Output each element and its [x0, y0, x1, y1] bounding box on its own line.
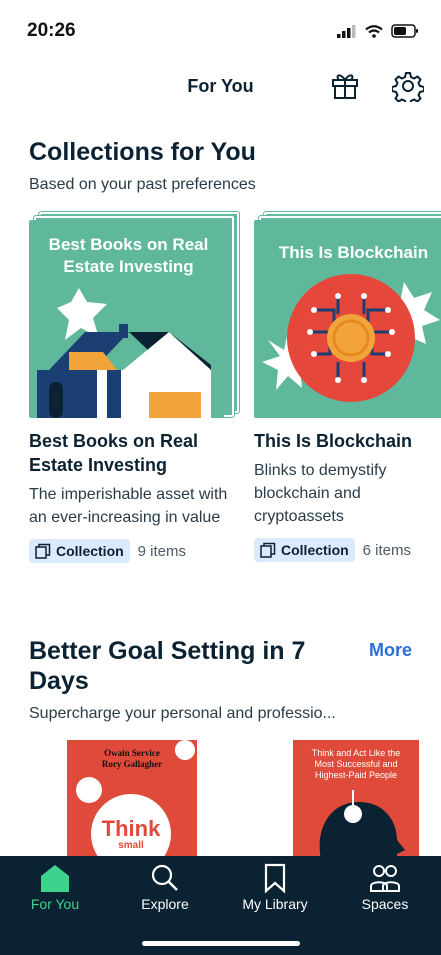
status-icons — [337, 24, 419, 38]
collection-title[interactable]: Best Books on Real Estate Investing — [29, 429, 234, 477]
nav-item-explore[interactable]: Explore — [110, 862, 220, 912]
wifi-icon — [365, 24, 383, 38]
book-cover-think-small[interactable]: Owain Service Rory Gallagher Think small — [67, 740, 197, 860]
home-icon — [41, 865, 69, 892]
nav-item-for-you[interactable]: For You — [0, 862, 110, 912]
more-link[interactable]: More — [369, 640, 412, 661]
collection-description: The imperishable asset with an ever-incr… — [29, 486, 228, 526]
collection-meta: Collection 6 items — [254, 538, 441, 562]
house-illustration — [37, 288, 211, 418]
collection-item-count: 6 items — [362, 541, 412, 559]
search-icon — [151, 864, 178, 891]
book-cover-think-and-act[interactable]: Think and Act Like the Most Successful a… — [293, 740, 419, 860]
book-cover-word: Think — [101, 816, 161, 841]
head-silhouette-art — [319, 790, 405, 860]
people-icon — [370, 865, 400, 892]
collection-card-real-estate[interactable]: Best Books on Real Estate Investing Best… — [29, 212, 239, 563]
collections-subtitle: Based on your past preferences — [29, 176, 256, 193]
signal-icon — [337, 24, 356, 38]
collection-cover[interactable]: Best Books on Real Estate Investing — [29, 212, 239, 419]
cover-image: Best Books on Real Estate Investing — [29, 220, 224, 418]
battery-icon — [391, 24, 418, 38]
collection-badge-label: Collection — [56, 543, 124, 559]
nav-item-my-library[interactable]: My Library — [220, 862, 330, 912]
nav-label: My Library — [242, 896, 308, 912]
collections-title: Collections for You — [29, 138, 256, 166]
blockchain-illustration — [262, 274, 440, 402]
cover-image: This Is Blockchain — [254, 220, 441, 418]
gift-icon[interactable] — [330, 70, 360, 100]
gear-icon[interactable] — [392, 70, 424, 102]
collection-item-count: 9 items — [137, 542, 187, 560]
goal-section-title: Better Goal Setting in 7 Days — [29, 637, 306, 695]
collection-icon — [260, 542, 276, 558]
collection-cover[interactable]: This Is Blockchain — [254, 212, 441, 419]
goal-section-subtitle: Supercharge your personal and professio.… — [29, 705, 336, 722]
top-bar: For You — [0, 62, 441, 112]
collection-meta: Collection 9 items — [29, 539, 234, 563]
nav-label: Spaces — [361, 896, 409, 912]
home-indicator[interactable] — [142, 941, 300, 946]
collection-badge: Collection — [254, 538, 355, 562]
bookmark-icon — [264, 863, 286, 894]
collection-card-blockchain[interactable]: This Is Blockchain This Is Blockchain Bl… — [254, 212, 441, 562]
collection-badge-label: Collection — [281, 542, 349, 558]
nav-item-spaces[interactable]: Spaces — [330, 862, 440, 912]
status-bar: 20:26 — [0, 0, 441, 62]
collection-badge: Collection — [29, 539, 130, 563]
nav-label: For You — [30, 896, 80, 912]
nav-label: Explore — [141, 896, 189, 912]
page-title: For You — [187, 76, 254, 96]
collection-icon — [35, 543, 51, 559]
book-cover-word-small: small — [118, 840, 144, 851]
status-time: 20:26 — [27, 20, 76, 41]
bottom-nav: For You Explore My Library Spaces — [0, 856, 441, 955]
collection-title[interactable]: This Is Blockchain — [254, 429, 441, 453]
collection-description: Blinks to demystify blockchain and crypt… — [254, 462, 387, 525]
